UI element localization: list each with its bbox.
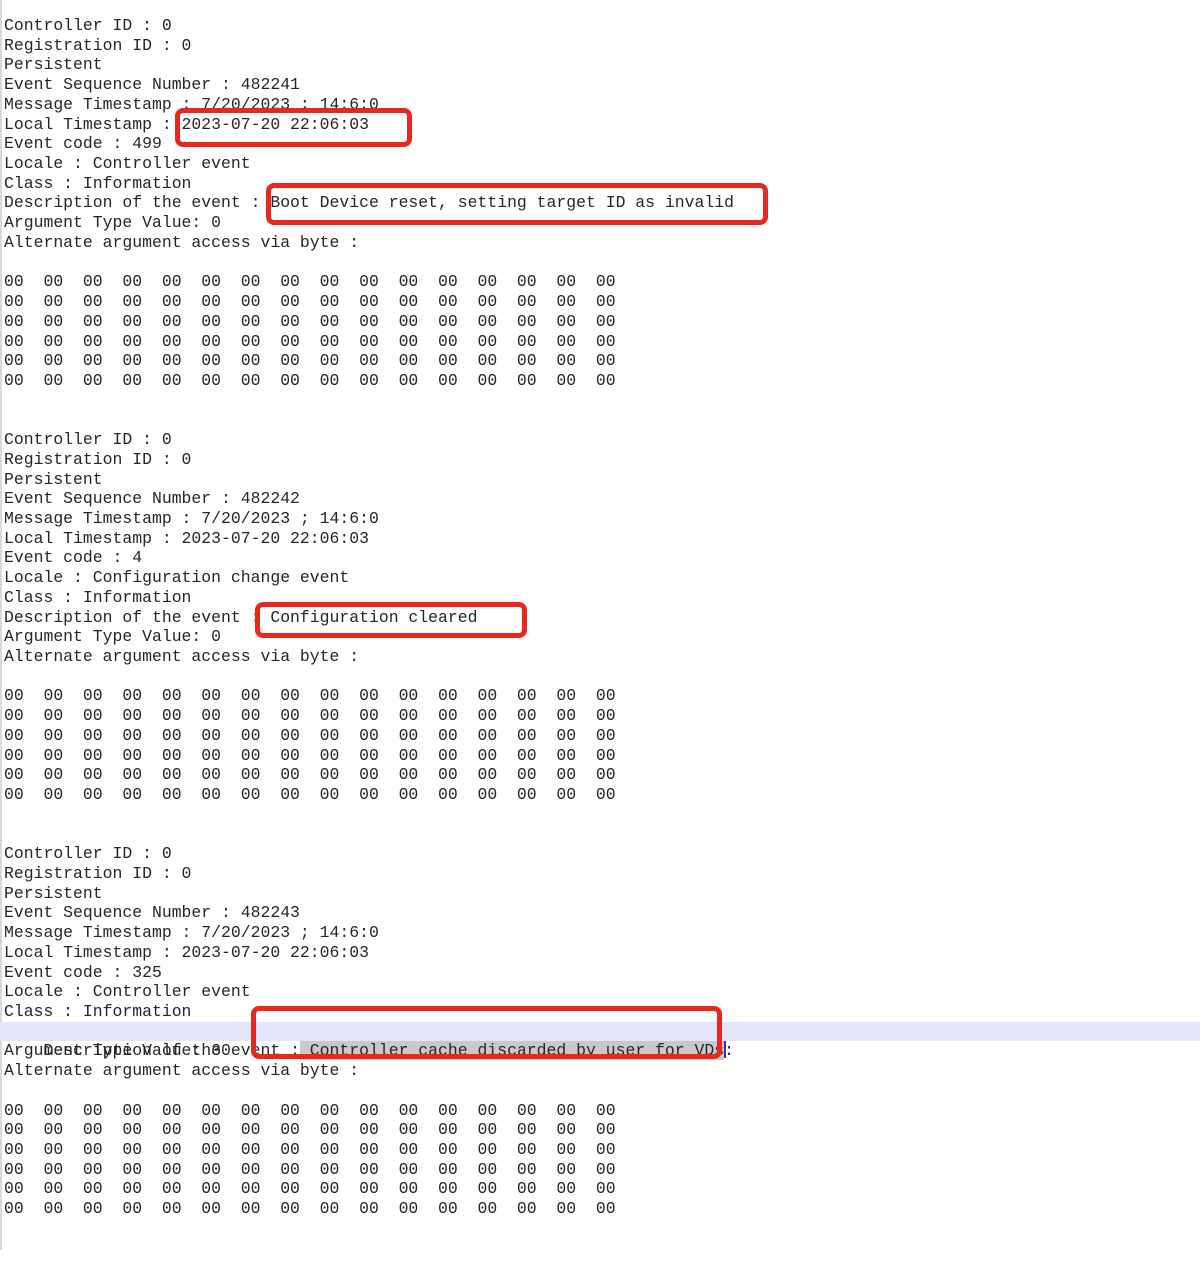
log-line: Locale : Controller event bbox=[4, 154, 1200, 174]
blank-line bbox=[4, 667, 1200, 687]
hex-row: 00 00 00 00 00 00 00 00 00 00 00 00 00 0… bbox=[4, 292, 1200, 312]
log-line: Message Timestamp : 7/20/2023 ; 14:6:0 bbox=[4, 95, 1200, 115]
hex-row: 00 00 00 00 00 00 00 00 00 00 00 00 00 0… bbox=[4, 686, 1200, 706]
log-line: Event Sequence Number : 482242 bbox=[4, 489, 1200, 509]
log-line: Alternate argument access via byte : bbox=[4, 647, 1200, 667]
log-line: Controller ID : 0 bbox=[4, 430, 1200, 450]
hex-row: 00 00 00 00 00 00 00 00 00 00 00 00 00 0… bbox=[4, 332, 1200, 352]
log-line: Event code : 4 bbox=[4, 548, 1200, 568]
log-line: Registration ID : 0 bbox=[4, 36, 1200, 56]
log-line: Event code : 325 bbox=[4, 963, 1200, 983]
log-line: Persistent bbox=[4, 55, 1200, 75]
log-line: Argument Type Value: 0 bbox=[4, 627, 1200, 647]
hex-row: 00 00 00 00 00 00 00 00 00 00 00 00 00 0… bbox=[4, 726, 1200, 746]
hex-row: 00 00 00 00 00 00 00 00 00 00 00 00 00 0… bbox=[4, 746, 1200, 766]
hex-row: 00 00 00 00 00 00 00 00 00 00 00 00 00 0… bbox=[4, 765, 1200, 785]
hex-row: 00 00 00 00 00 00 00 00 00 00 00 00 00 0… bbox=[4, 1160, 1200, 1180]
log-line: Message Timestamp : 7/20/2023 ; 14:6:0 bbox=[4, 923, 1200, 943]
blank-line bbox=[4, 391, 1200, 411]
log-line: Message Timestamp : 7/20/2023 ; 14:6:0 bbox=[4, 509, 1200, 529]
selected-text: Controller cache discarded by user for V… bbox=[300, 1041, 724, 1060]
log-line-local-timestamp: Local Timestamp : 2023-07-20 22:06:03 bbox=[4, 115, 1200, 135]
log-line: Event Sequence Number : 482241 bbox=[4, 75, 1200, 95]
log-line-description-selected[interactable]: Description of the event : Controller ca… bbox=[0, 1022, 1200, 1042]
hex-row: 00 00 00 00 00 00 00 00 00 00 00 00 00 0… bbox=[4, 1179, 1200, 1199]
log-line: Alternate argument access via byte : bbox=[4, 233, 1200, 253]
hex-row: 00 00 00 00 00 00 00 00 00 00 00 00 00 0… bbox=[4, 351, 1200, 371]
log-line: Persistent bbox=[4, 470, 1200, 490]
blank-line bbox=[4, 824, 1200, 844]
log-line: Local Timestamp : 2023-07-20 22:06:03 bbox=[4, 529, 1200, 549]
log-line: Event code : 499 bbox=[4, 134, 1200, 154]
log-line-description: Description of the event : Configuration… bbox=[4, 608, 1200, 628]
hex-row: 00 00 00 00 00 00 00 00 00 00 00 00 00 0… bbox=[4, 272, 1200, 292]
log-line: Class : Information bbox=[4, 174, 1200, 194]
log-line: Local Timestamp : 2023-07-20 22:06:03 bbox=[4, 943, 1200, 963]
hex-row: 00 00 00 00 00 00 00 00 00 00 00 00 00 0… bbox=[4, 1199, 1200, 1219]
blank-line bbox=[4, 805, 1200, 825]
log-line: Controller ID : 0 bbox=[4, 16, 1200, 36]
hex-row: 00 00 00 00 00 00 00 00 00 00 00 00 00 0… bbox=[4, 1140, 1200, 1160]
log-text-area[interactable]: Controller ID : 0 Registration ID : 0 Pe… bbox=[0, 0, 1200, 1219]
log-line: Persistent bbox=[4, 884, 1200, 904]
hex-row: 00 00 00 00 00 00 00 00 00 00 00 00 00 0… bbox=[4, 785, 1200, 805]
hex-row: 00 00 00 00 00 00 00 00 00 00 00 00 00 0… bbox=[4, 706, 1200, 726]
log-line: Alternate argument access via byte : bbox=[4, 1061, 1200, 1081]
log-line: Argument Type Value: 0 bbox=[4, 213, 1200, 233]
log-line: Registration ID : 0 bbox=[4, 864, 1200, 884]
log-line: Event Sequence Number : 482243 bbox=[4, 903, 1200, 923]
blank-line bbox=[4, 253, 1200, 273]
hex-row: 00 00 00 00 00 00 00 00 00 00 00 00 00 0… bbox=[4, 1120, 1200, 1140]
log-line: Registration ID : 0 bbox=[4, 450, 1200, 470]
log-line-description: Description of the event : Boot Device r… bbox=[4, 193, 1200, 213]
log-line: Locale : Configuration change event bbox=[4, 568, 1200, 588]
log-line: Controller ID : 0 bbox=[4, 844, 1200, 864]
log-line: Class : Information bbox=[4, 588, 1200, 608]
description-suffix: : bbox=[724, 1041, 734, 1060]
log-line: Class : Information bbox=[4, 1002, 1200, 1022]
hex-row: 00 00 00 00 00 00 00 00 00 00 00 00 00 0… bbox=[4, 1101, 1200, 1121]
blank-line bbox=[4, 410, 1200, 430]
hex-row: 00 00 00 00 00 00 00 00 00 00 00 00 00 0… bbox=[4, 371, 1200, 391]
log-line: Locale : Controller event bbox=[4, 982, 1200, 1002]
hex-row: 00 00 00 00 00 00 00 00 00 00 00 00 00 0… bbox=[4, 312, 1200, 332]
blank-line bbox=[4, 1081, 1200, 1101]
